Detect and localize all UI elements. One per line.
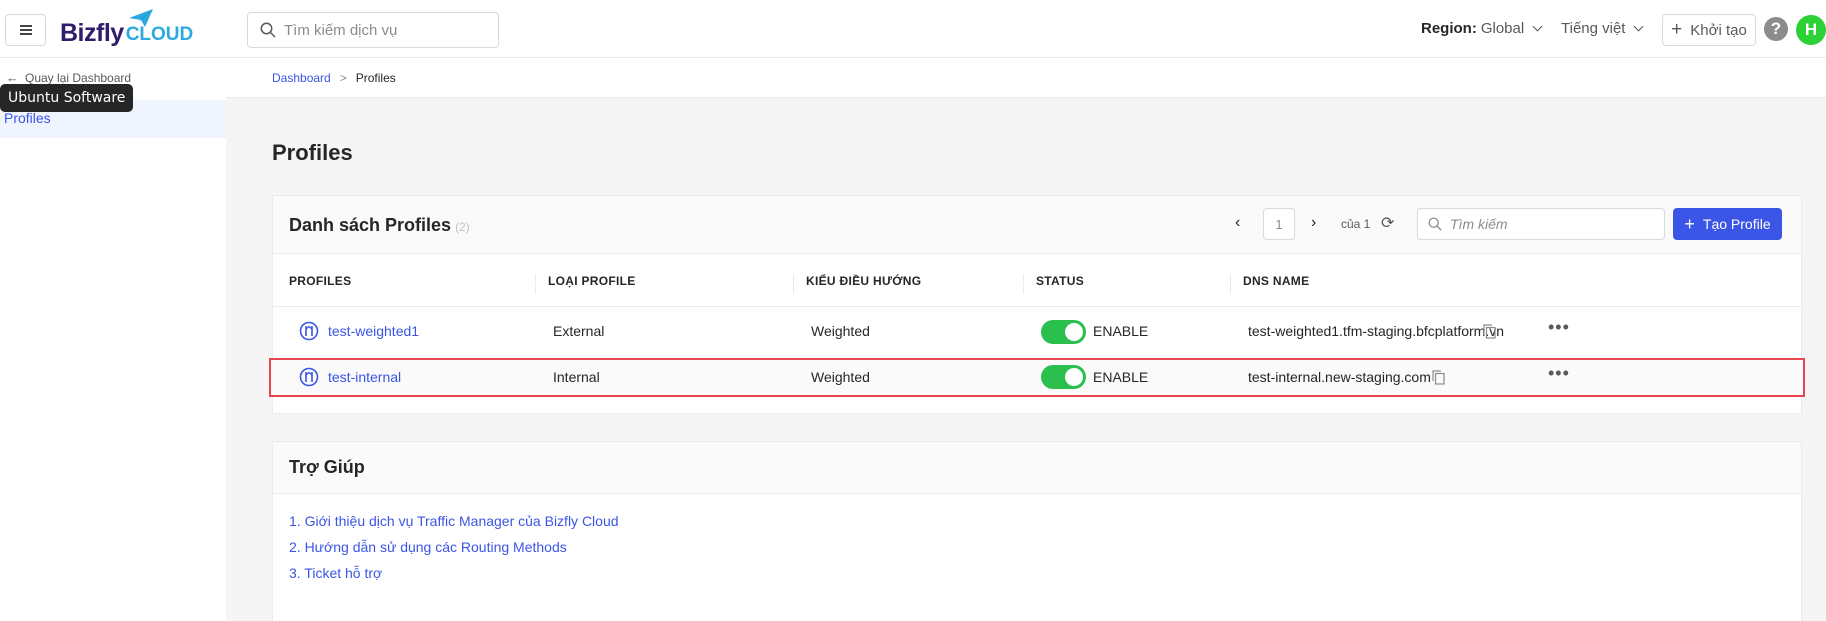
service-search-input[interactable] [284, 21, 494, 39]
profile-search[interactable] [1417, 208, 1665, 240]
main-content: Dashboard > Profiles Profiles Danh sách … [226, 58, 1826, 621]
create-profile-button[interactable]: + Tạo Profile [1673, 208, 1782, 240]
search-icon [1428, 217, 1442, 231]
search-icon [260, 22, 276, 38]
region-label: Region: [1421, 20, 1477, 37]
chevron-left-icon[interactable]: ‹ [1235, 214, 1240, 232]
create-resource-label: Khởi tạo [1690, 21, 1747, 39]
top-bar: Bizfly CLOUD Region: Global Tiếng việt +… [0, 0, 1826, 58]
profiles-list-title-text: Danh sách Profiles [289, 215, 452, 235]
user-avatar[interactable]: H [1796, 15, 1826, 45]
traffic-profile-icon [299, 321, 319, 341]
language-selector[interactable]: Tiếng việt [1561, 20, 1644, 37]
help-icon[interactable]: ? [1764, 17, 1788, 41]
chevron-down-icon [1532, 21, 1543, 32]
profile-type: Internal [553, 369, 600, 385]
help-link-routing-methods[interactable]: 2. Hướng dẫn sử dụng các Routing Methods [289, 539, 567, 555]
column-divider [1023, 274, 1024, 294]
refresh-icon[interactable]: ⟳ [1381, 213, 1394, 233]
status-text: ENABLE [1093, 323, 1149, 339]
sidebar-item-label: Profiles [4, 110, 51, 126]
column-divider [535, 274, 536, 294]
arrow-left-icon: ← [6, 70, 19, 85]
language-value: Tiếng việt [1561, 20, 1626, 37]
profile-search-input[interactable] [1450, 216, 1650, 232]
bizfly-cloud-logo[interactable]: Bizfly CLOUD [60, 9, 193, 48]
tooltip: Ubuntu Software [0, 84, 134, 112]
help-title: Trợ Giúp [289, 457, 365, 477]
column-divider [793, 274, 794, 294]
column-divider [1230, 274, 1231, 294]
column-header-dns-name[interactable]: DNS NAME [1243, 274, 1309, 288]
create-profile-label: Tạo Profile [1702, 216, 1771, 232]
column-header-routing-type[interactable]: KIỂU ĐIỀU HƯỚNG [806, 274, 921, 288]
page-number-input[interactable]: 1 [1263, 208, 1295, 240]
help-link-traffic-manager-intro[interactable]: 1. Giới thiệu dịch vụ Traffic Manager củ… [289, 513, 619, 529]
region-selector[interactable]: Region: Global [1421, 20, 1543, 37]
help-card-header: Trợ Giúp [273, 442, 1801, 494]
service-search[interactable] [247, 12, 499, 48]
table-row[interactable]: test-weighted1 External Weighted ENABLE … [273, 307, 1801, 359]
dns-name: test-internal.new-staging.com [1248, 369, 1431, 385]
copy-icon[interactable] [1483, 324, 1496, 339]
breadcrumb-current: Profiles [355, 70, 396, 85]
table-row[interactable]: test-internal Internal Weighted ENABLE t… [269, 358, 1805, 397]
help-link-support-ticket[interactable]: 3. Ticket hỗ trợ [289, 565, 382, 581]
column-header-profiles[interactable]: PROFILES [289, 274, 351, 288]
profile-name-link[interactable]: test-internal [328, 369, 401, 385]
sidebar: ← Quay lại Dashboard Profiles Ubuntu Sof… [0, 58, 226, 621]
back-to-dashboard-label: Quay lại Dashboard [25, 70, 132, 85]
hamburger-icon [19, 29, 32, 31]
column-header-status[interactable]: STATUS [1036, 274, 1084, 288]
help-card: Trợ Giúp 1. Giới thiệu dịch vụ Traffic M… [272, 441, 1802, 621]
status-text: ENABLE [1093, 369, 1149, 385]
dns-name: test-weighted1.tfm-staging.bfcplatform.v… [1248, 323, 1505, 339]
page-title: Profiles [272, 140, 353, 165]
plus-icon: + [1684, 213, 1695, 234]
column-header-profile-type[interactable]: LOẠI PROFILE [548, 274, 636, 288]
page-total: của 1 [1341, 217, 1371, 231]
chevron-right-icon[interactable]: › [1311, 214, 1316, 232]
routing-method: Weighted [811, 323, 870, 339]
breadcrumb-dashboard-link[interactable]: Dashboard [272, 71, 331, 85]
breadcrumb-separator: > [339, 70, 347, 85]
traffic-profile-icon [299, 367, 319, 387]
copy-icon[interactable] [1432, 370, 1445, 385]
profiles-card: Danh sách Profiles(2) ‹ 1 › của 1 ⟳ + Tạ… [269, 195, 1805, 414]
profiles-list-title: Danh sách Profiles (2) [289, 215, 470, 236]
paper-plane-icon [129, 9, 153, 27]
status-toggle[interactable] [1041, 365, 1086, 389]
region-value: Global [1480, 20, 1525, 37]
back-to-dashboard-link[interactable]: ← Quay lại Dashboard [6, 70, 131, 85]
profile-type: External [553, 323, 605, 339]
table-header: PROFILES LOẠI PROFILE KIỂU ĐIỀU HƯỚNG ST… [273, 254, 1801, 307]
routing-method: Weighted [811, 369, 870, 385]
breadcrumb: Dashboard > Profiles [226, 58, 1826, 98]
more-actions-icon[interactable]: ••• [1548, 363, 1570, 384]
more-actions-icon[interactable]: ••• [1548, 317, 1570, 338]
status-toggle[interactable] [1041, 320, 1086, 344]
profiles-count: (2) [455, 220, 470, 234]
create-resource-button[interactable]: + Khởi tạo [1662, 14, 1756, 46]
chevron-down-icon [1634, 21, 1644, 32]
profiles-card-header: Danh sách Profiles(2) ‹ 1 › của 1 ⟳ + Tạ… [273, 196, 1801, 254]
profile-name-link[interactable]: test-weighted1 [328, 323, 419, 339]
plus-icon: + [1671, 19, 1683, 40]
hamburger-menu-button[interactable] [5, 14, 46, 46]
logo-main-text: Bizfly [60, 19, 124, 47]
